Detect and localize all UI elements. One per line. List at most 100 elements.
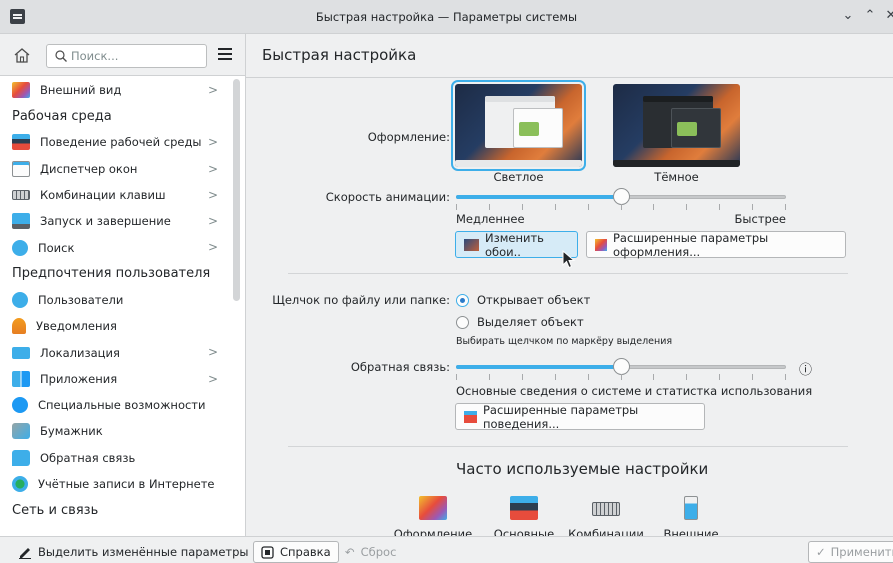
slider-tick (653, 374, 654, 380)
sidebar-toolbar (0, 34, 245, 76)
sidebar-item[interactable]: Бумажник (0, 418, 232, 444)
sidebar-item-label: Внешний вид (40, 83, 122, 98)
sidebar-item-label: Комбинации клавиш (40, 188, 166, 203)
close-button[interactable]: ✕ (883, 8, 893, 24)
sidebar-item[interactable]: Диспетчер окон > (0, 156, 232, 182)
sidebar-item-label: Поведение рабочей среды (40, 135, 202, 150)
sidebar-item[interactable]: Специальные возможности (0, 392, 232, 418)
sidebar-item[interactable]: Пользователи (0, 287, 232, 313)
slider-tick (489, 204, 490, 210)
home-icon (14, 48, 30, 63)
change-wallpaper-button[interactable]: Изменить обои.. (455, 231, 578, 259)
localization-icon (12, 346, 30, 359)
appearance-icon (419, 496, 447, 520)
keyboard-icon (12, 190, 30, 201)
chevron-right-icon: > (207, 240, 218, 255)
frequent-external-devices[interactable]: Внешние (651, 496, 731, 536)
keyboard-icon (592, 502, 620, 516)
apply-button[interactable]: ✓ Применить (808, 541, 893, 563)
sidebar-section-header: Рабочая среда (12, 108, 112, 124)
window-title: Быстрая настройка — Параметры системы (315, 10, 578, 24)
home-button[interactable] (11, 46, 33, 66)
slider-tick (621, 204, 622, 210)
sidebar-item-label: Диспетчер окон (40, 161, 138, 176)
sidebar-item-label: Пользователи (38, 292, 124, 307)
slider-tick (522, 374, 523, 380)
chevron-right-icon: > (207, 371, 218, 386)
advanced-appearance-button[interactable]: Расширенные параметры оформления... (586, 231, 846, 259)
mouse-pointer-icon (562, 250, 576, 269)
sidebar-section-header: Сеть и связь (12, 502, 99, 518)
title-bar: Быстрая настройка — Параметры системы ⌄ … (0, 0, 893, 34)
slider-tick (686, 374, 687, 380)
radio-open-object[interactable]: Открывает объект (456, 293, 590, 307)
search-icon (55, 50, 67, 62)
feedback-description: Основные сведения о системе и статистка … (456, 384, 813, 398)
general-behavior-icon (510, 496, 538, 520)
sidebar-scrollbar[interactable] (233, 79, 240, 301)
info-icon[interactable]: ⓘ (799, 359, 812, 378)
theme-label: Оформление: (367, 130, 450, 144)
slider-tick (719, 374, 720, 380)
sidebar-item[interactable]: Обратная связь (0, 445, 232, 471)
sidebar-item[interactable]: Учётные записи в Интернете (0, 471, 232, 497)
slider-tick (621, 374, 622, 380)
appearance-icon (595, 238, 607, 251)
slider-tick (653, 204, 654, 210)
search-input[interactable] (71, 48, 201, 64)
slider-tick (489, 374, 490, 380)
sidebar-item[interactable]: Приложения > (0, 366, 232, 392)
theme-light-thumbnail[interactable] (451, 80, 586, 171)
sidebar-item[interactable]: Поиск > (0, 234, 232, 260)
sidebar-item[interactable]: Уведомления (0, 313, 232, 339)
sidebar-item-label: Поиск (38, 240, 75, 255)
external-devices-icon (684, 496, 698, 520)
theme-light-caption: Светлое (493, 170, 544, 184)
notifications-icon (12, 318, 26, 335)
slider-tick (686, 204, 687, 210)
maximize-button[interactable]: ⌃ (862, 8, 878, 24)
minimize-button[interactable]: ⌄ (840, 8, 856, 24)
sidebar-item[interactable]: Комбинации клавиш > (0, 182, 232, 208)
slider-tick (588, 374, 589, 380)
sidebar-item[interactable]: Поведение рабочей среды > (0, 129, 232, 155)
radio-button-unchecked[interactable] (456, 315, 469, 329)
page-title: Быстрая настройка (262, 46, 417, 64)
sidebar-section-header: Предпочтения пользователя (12, 266, 211, 282)
sidebar-item-label: Приложения (40, 371, 118, 386)
main-panel: Быстрая настройка Оформление: Светлое Тё… (246, 34, 893, 536)
slider-handle[interactable] (613, 358, 630, 375)
sidebar: Внешний вид > Рабочая среда Поведение рабоч… (0, 34, 246, 536)
animation-slow-label: Медленнее (456, 212, 525, 226)
feedback-icon (12, 449, 30, 466)
sidebar-item[interactable]: Внешний вид > (0, 77, 232, 103)
sidebar-item-label: Специальные возможности (38, 398, 206, 413)
sidebar-item[interactable]: Локализация > (0, 339, 232, 365)
workspace-behavior-icon (12, 134, 30, 151)
click-behavior-label: Щелчок по файлу или папке: (272, 293, 450, 307)
radio-button-checked[interactable] (456, 293, 469, 307)
reset-button[interactable]: ↶ Сброс (338, 541, 403, 563)
pen-icon (19, 548, 31, 559)
help-button[interactable]: Справка (253, 541, 339, 563)
frequent-general-behavior[interactable]: Основные (484, 496, 564, 536)
slider-tick (752, 374, 753, 380)
search-field[interactable] (46, 44, 207, 68)
radio-select-object[interactable]: Выделяет объект (456, 315, 584, 329)
frequent-appearance[interactable]: Оформление (393, 496, 473, 536)
sidebar-item-label: Локализация (40, 345, 120, 360)
chevron-right-icon: > (207, 214, 218, 229)
menu-button[interactable] (218, 48, 234, 62)
theme-dark-thumbnail[interactable] (613, 84, 740, 167)
advanced-behavior-button[interactable]: Расширенные параметры поведения... (455, 403, 705, 431)
animation-speed-label: Скорость анимации: (325, 190, 450, 204)
highlight-changed-button[interactable]: Выделить изменённые параметры (11, 541, 255, 563)
footer-bar: Выделить изменённые параметры Справка ↶ … (0, 536, 893, 563)
sidebar-item[interactable]: Запуск и завершение > (0, 208, 232, 234)
workspace-behavior-icon (464, 410, 477, 423)
section-divider (288, 446, 848, 447)
frequent-shortcuts[interactable]: Комбинации (566, 496, 646, 536)
slider-handle[interactable] (613, 188, 630, 205)
wallet-icon (12, 423, 30, 440)
sidebar-item-label: Учётные записи в Интернете (38, 477, 215, 491)
